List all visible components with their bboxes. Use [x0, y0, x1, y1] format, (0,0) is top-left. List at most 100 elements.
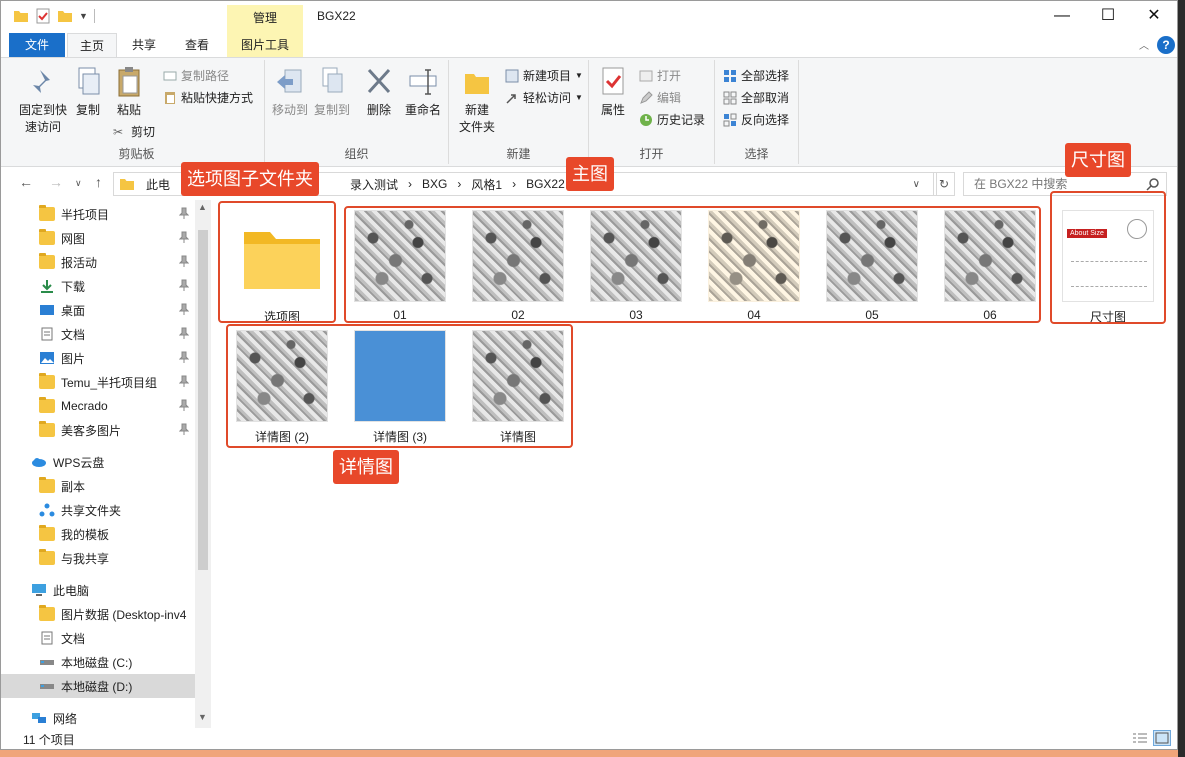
sidebar-item[interactable]: 美客多图片: [1, 418, 195, 442]
new-item-button[interactable]: 新建项目 ▼: [505, 66, 583, 86]
ribbon: 固定到快 速访问 复制 粘贴 复制路径 粘贴快捷方式 ✂ 剪切 剪贴板 移动到 …: [1, 57, 1177, 167]
pin-label-1: 固定到快: [18, 103, 67, 117]
rename-button[interactable]: 重命名: [401, 66, 445, 119]
new-folder-label-1: 新建: [464, 103, 489, 117]
copy-button[interactable]: 复制: [71, 66, 105, 119]
details-view-icon[interactable]: [1131, 730, 1149, 746]
address-dropdown-icon[interactable]: ∨: [913, 179, 920, 190]
sidebar-item[interactable]: 图片数据 (Desktop-inv4: [1, 602, 195, 626]
tab-home[interactable]: 主页: [67, 33, 117, 57]
properties-button[interactable]: 属性: [593, 66, 633, 119]
new-folder-button[interactable]: 新建 文件夹: [453, 66, 501, 136]
cut-button[interactable]: ✂ 剪切: [113, 122, 155, 142]
sidebar-item[interactable]: 本地磁盘 (D:): [1, 674, 195, 698]
pin-icon: [31, 70, 50, 95]
folder-icon: [39, 421, 55, 437]
pin-to-quick-access-button[interactable]: 固定到快 速访问: [13, 66, 73, 136]
sidebar-item[interactable]: 文档: [1, 626, 195, 650]
breadcrumb-bgx22[interactable]: BGX22: [526, 177, 565, 191]
nav-scrollbar-thumb[interactable]: [198, 230, 208, 570]
tab-picture-tools[interactable]: 图片工具: [227, 33, 303, 57]
sidebar-item[interactable]: 本地磁盘 (C:): [1, 650, 195, 674]
move-to-button[interactable]: 移动到: [269, 66, 311, 119]
copy-icon: [78, 67, 100, 95]
back-arrow-icon[interactable]: ←: [19, 174, 33, 190]
refresh-icon[interactable]: ↻: [933, 172, 955, 196]
pictures-icon: [40, 352, 54, 364]
sidebar-item[interactable]: 网络: [1, 706, 195, 730]
edit-button[interactable]: 编辑: [639, 88, 681, 108]
paste-shortcut-label: 粘贴快捷方式: [181, 91, 254, 105]
sidebar-item[interactable]: 我的模板: [1, 522, 195, 546]
pin-label-2: 速访问: [24, 120, 61, 134]
sidebar-item[interactable]: 桌面: [1, 298, 195, 322]
folder-icon: [39, 253, 55, 269]
open-icon: [639, 70, 653, 82]
easy-access-button[interactable]: 轻松访问 ▼: [505, 88, 583, 108]
pin-icon: [179, 255, 189, 267]
sidebar-item[interactable]: 下载: [1, 274, 195, 298]
history-label: 历史记录: [657, 113, 706, 127]
up-arrow-icon[interactable]: ↑: [95, 174, 102, 190]
move-to-icon: [277, 69, 302, 93]
delete-button[interactable]: 删除: [361, 66, 397, 119]
breadcrumb-style1[interactable]: 风格1: [471, 176, 502, 193]
breadcrumb-bxg[interactable]: BXG: [422, 177, 447, 191]
tab-view[interactable]: 查看: [171, 33, 223, 57]
tab-share[interactable]: 共享: [119, 33, 169, 57]
file-explorer-window: ▼ 管理 BGX22 — ☐ ✕ 文件 主页 共享 查看 图片工具 ︿ ? 固定…: [0, 0, 1178, 750]
invert-selection-button[interactable]: 反向选择: [723, 110, 789, 130]
help-icon[interactable]: ?: [1157, 36, 1175, 54]
close-button[interactable]: ✕: [1131, 1, 1177, 31]
maximize-button[interactable]: ☐: [1085, 1, 1131, 31]
breadcrumb-this-pc[interactable]: 此电: [146, 176, 170, 193]
sidebar-item[interactable]: 半托项目: [1, 202, 195, 226]
forward-arrow-icon[interactable]: →: [49, 174, 63, 190]
sidebar-item[interactable]: 此电脑: [1, 578, 195, 602]
history-button[interactable]: 历史记录: [639, 110, 705, 130]
paste-shortcut-button[interactable]: 粘贴快捷方式: [163, 88, 253, 108]
open-button[interactable]: 打开: [639, 66, 681, 86]
breadcrumb-input-test[interactable]: 录入测试: [350, 176, 398, 193]
new-folder-quick-icon[interactable]: [57, 8, 73, 24]
sidebar-item[interactable]: 网图: [1, 226, 195, 250]
sidebar-item-label: 我的模板: [61, 527, 110, 542]
sidebar-item-label: 本地磁盘 (C:): [61, 655, 133, 670]
large-icons-view-icon[interactable]: [1153, 730, 1171, 746]
tab-file[interactable]: 文件: [9, 33, 65, 57]
sidebar-item[interactable]: 文档: [1, 322, 195, 346]
copy-path-button[interactable]: 复制路径: [163, 66, 229, 86]
select-all-button[interactable]: 全部选择: [723, 66, 789, 86]
sidebar-item[interactable]: 副本: [1, 474, 195, 498]
scroll-up-icon[interactable]: ▲: [198, 202, 207, 212]
sidebar-item[interactable]: 与我共享: [1, 546, 195, 570]
open-group: 属性 打开 编辑 历史记录 打开: [589, 60, 715, 164]
recent-locations-icon[interactable]: ∨: [75, 178, 82, 189]
window-title: BGX22: [317, 9, 356, 23]
delete-label: 删除: [366, 103, 391, 117]
new-item-dropdown-icon: ▼: [575, 71, 583, 80]
paste-button[interactable]: 粘贴: [111, 66, 147, 119]
collapse-ribbon-icon[interactable]: ︿: [1139, 37, 1149, 52]
sidebar-item[interactable]: 图片: [1, 346, 195, 370]
minimize-button[interactable]: —: [1039, 1, 1085, 31]
select-none-button[interactable]: 全部取消: [723, 88, 789, 108]
sidebar-item[interactable]: Temu_半托项目组: [1, 370, 195, 394]
properties-icon: [602, 67, 624, 95]
nav-scrollbar[interactable]: ▲ ▼: [195, 200, 211, 728]
sidebar-item[interactable]: 报活动: [1, 250, 195, 274]
quick-access-dropdown-icon[interactable]: ▼: [79, 11, 88, 21]
sidebar-item[interactable]: WPS云盘: [1, 450, 195, 474]
organize-group-label: 组织: [344, 147, 369, 161]
delete-icon: [367, 68, 391, 94]
sidebar-item-label: 本地磁盘 (D:): [61, 679, 133, 694]
scroll-down-icon[interactable]: ▼: [198, 712, 207, 722]
copy-to-button[interactable]: 复制到: [311, 66, 353, 119]
properties-label: 属性: [600, 103, 625, 117]
sidebar-item[interactable]: 共享文件夹: [1, 498, 195, 522]
pin-icon: [179, 423, 189, 435]
sidebar-item[interactable]: Mecrado: [1, 394, 195, 418]
manage-context-tab[interactable]: 管理: [227, 5, 303, 33]
properties-check-icon[interactable]: [35, 8, 51, 24]
pin-icon: [179, 303, 189, 315]
